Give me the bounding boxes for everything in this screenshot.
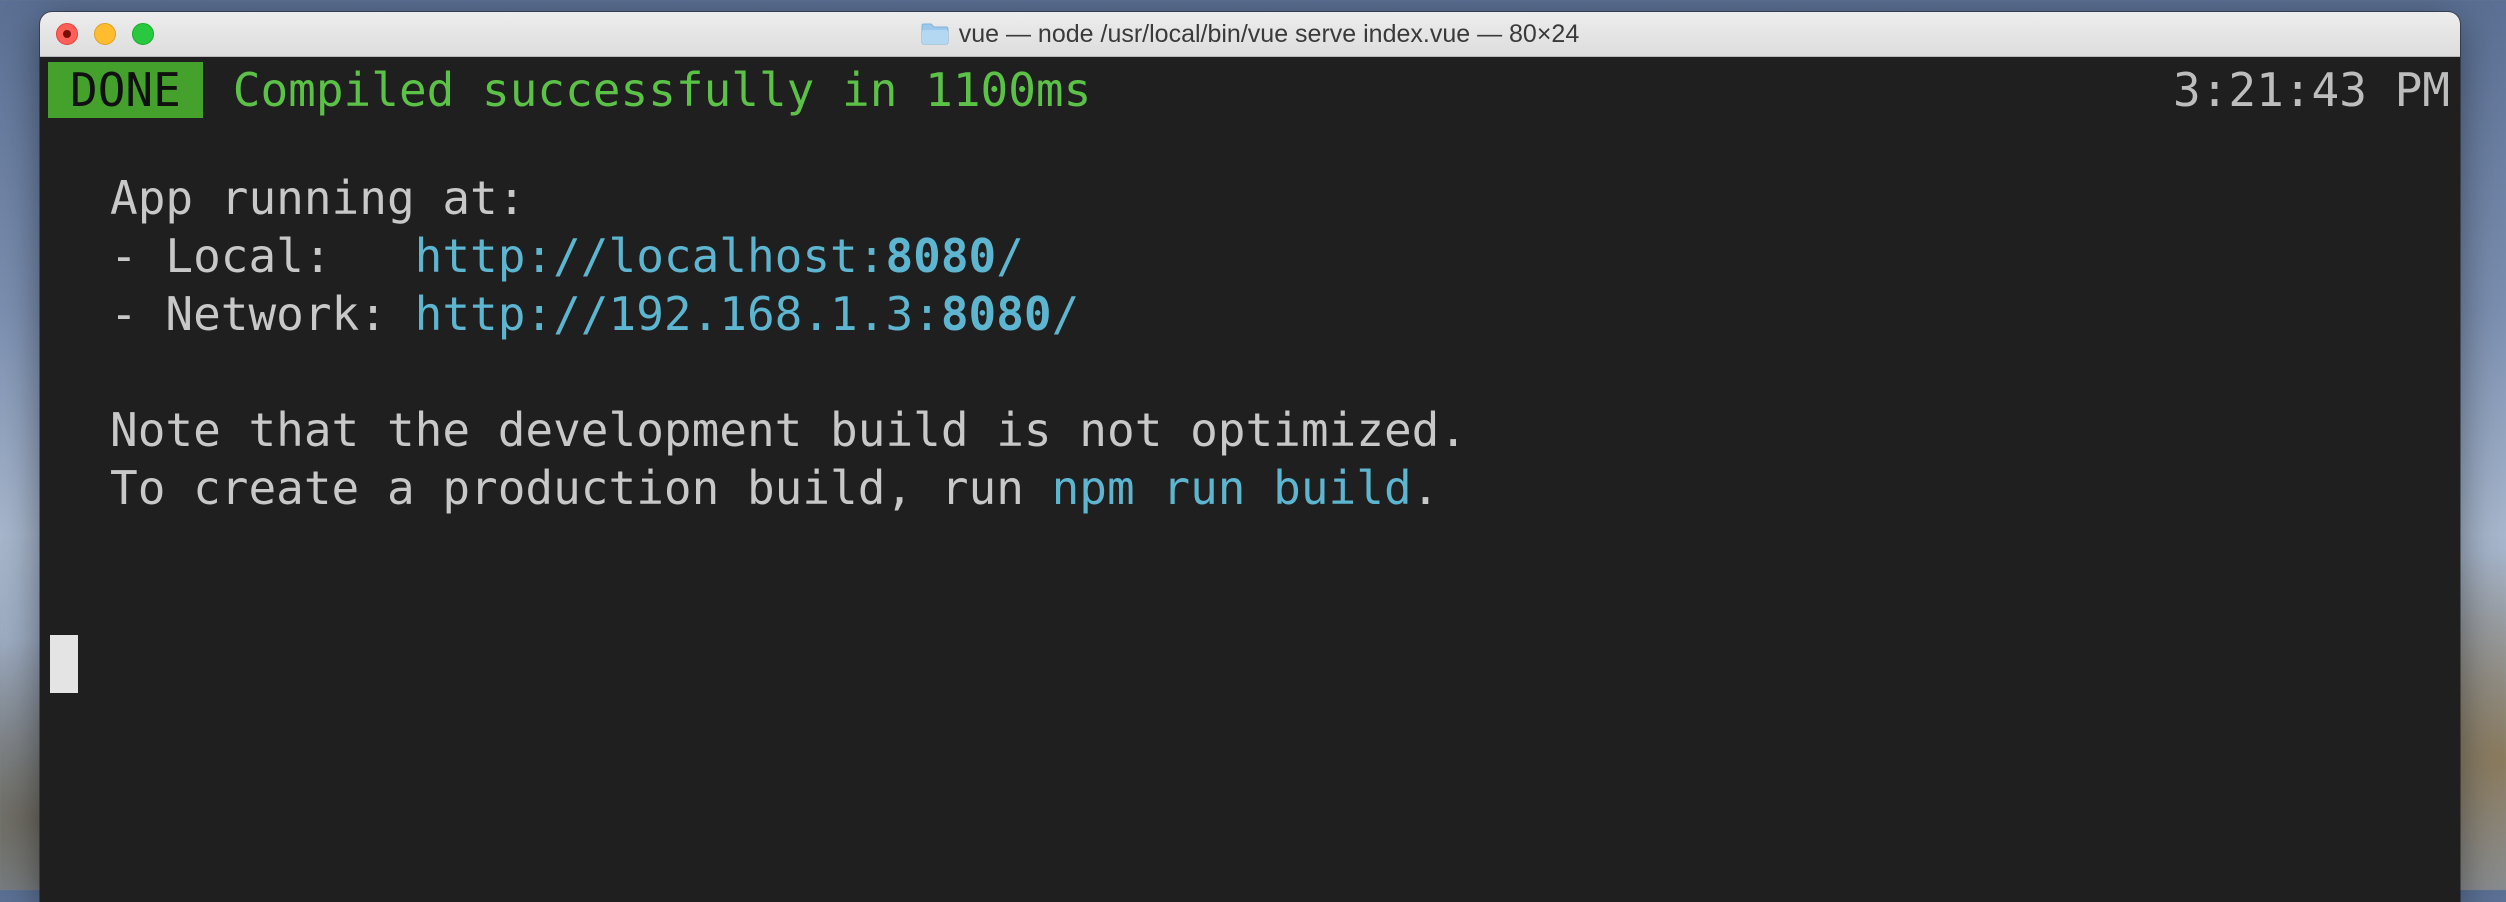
minimize-button[interactable] [94,23,116,45]
local-url-link[interactable]: http://localhost:8080/ [415,229,1024,283]
network-url-link[interactable]: http://192.168.1.3:8080/ [415,287,1080,341]
local-url-prefix: http://localhost: [414,229,886,283]
prod-command: npm run build [1051,461,1412,515]
network-url-suffix: / [1051,287,1080,341]
build-status-line: DONE Compiled successfully in 1100ms 3:2… [48,61,2450,119]
network-url-prefix: http://192.168.1.3: [414,287,941,341]
note-line: Note that the development build is not o… [110,403,1468,457]
network-url-port: 8080 [940,287,1052,341]
title-bar[interactable]: vue — node /usr/local/bin/vue serve inde… [40,12,2460,57]
prod-line-prefix: To create a production build, run [110,461,1052,515]
status-badge: DONE [48,62,203,118]
local-address-line: - Local: http://localhost:8080/ [110,227,1024,285]
window-title: vue — node /usr/local/bin/vue serve inde… [958,19,1580,48]
window-title-group: vue — node /usr/local/bin/vue serve inde… [921,19,1580,49]
folder-icon [921,23,949,45]
terminal-output[interactable]: DONE Compiled successfully in 1100ms 3:2… [40,57,2460,902]
maximize-button[interactable] [132,23,154,45]
network-address-line: - Network: http://192.168.1.3:8080/ [110,285,1079,343]
app-running-label: App running at: [110,171,526,225]
close-icon [57,24,77,44]
network-label: - Network: [110,287,415,341]
terminal-window: vue — node /usr/local/bin/vue serve inde… [40,12,2460,902]
timestamp: 3:21:43 PM [2173,63,2450,117]
terminal-cursor [50,635,78,693]
status-message: Compiled successfully in 1100ms [232,63,1092,117]
production-build-line: To create a production build, run npm ru… [110,459,1439,517]
local-url-suffix: / [996,229,1024,283]
close-button[interactable] [56,23,78,45]
local-url-port: 8080 [885,229,997,283]
prod-line-suffix: . [1411,461,1440,515]
window-controls [56,23,154,45]
local-label: - Local: [110,229,415,283]
